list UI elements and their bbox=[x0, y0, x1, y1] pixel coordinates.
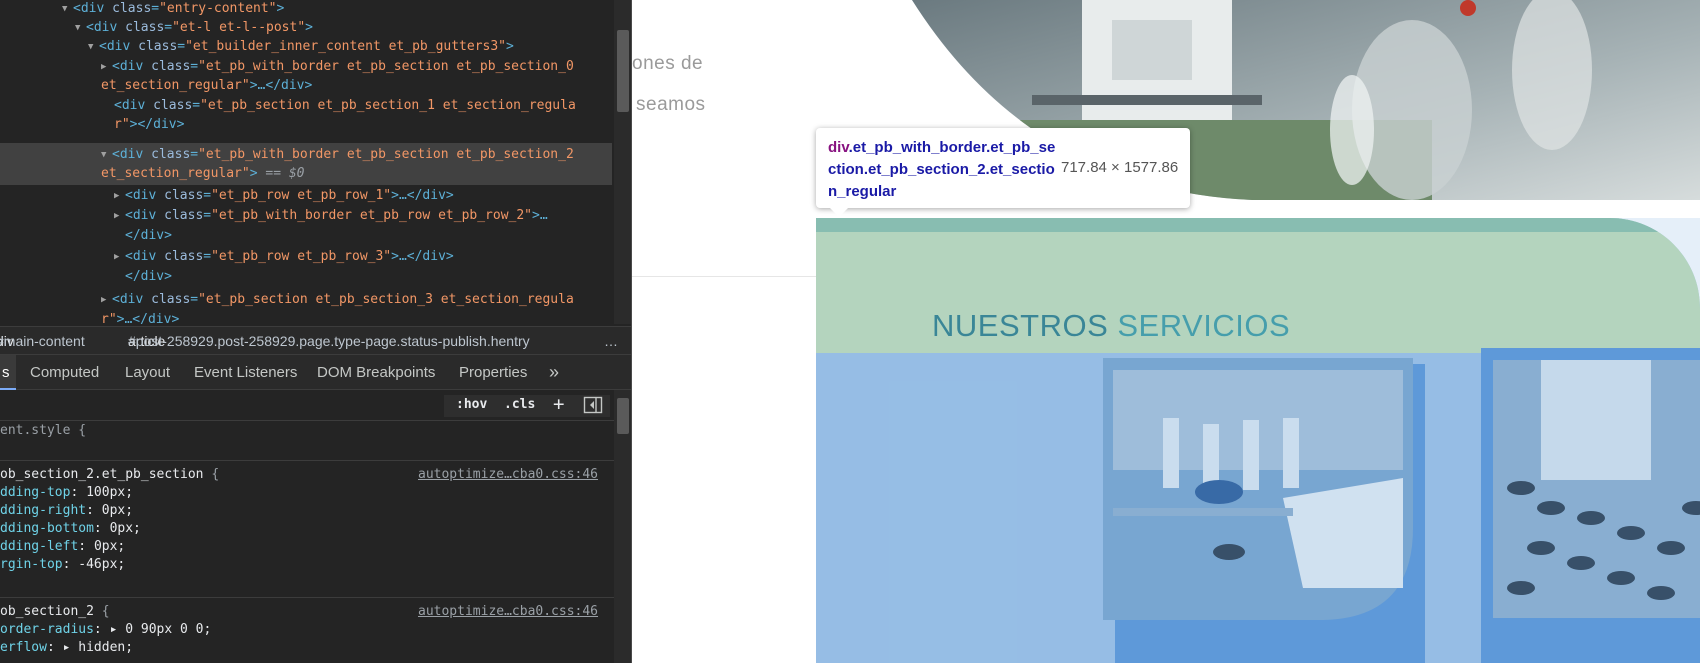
styles-scrollbar-thumb[interactable] bbox=[617, 398, 629, 434]
collapse-triangle-icon[interactable]: ▼ bbox=[75, 19, 86, 37]
collapse-triangle-icon[interactable]: ▼ bbox=[88, 38, 99, 56]
rule-source-link[interactable]: autoptimize…cba0.css:46 bbox=[418, 603, 598, 621]
section-top-border bbox=[816, 218, 1700, 232]
dom-node[interactable]: ▼ <div class="entry-content"> bbox=[62, 0, 284, 20]
css-property[interactable]: dding-bottom: 0px; bbox=[0, 520, 141, 538]
rule-divider bbox=[0, 597, 614, 598]
breadcrumb-more-button[interactable]: … bbox=[604, 327, 618, 354]
tab-computed[interactable]: Computed bbox=[30, 355, 99, 390]
more-tabs-icon[interactable]: » bbox=[549, 355, 559, 390]
services-section: NUESTROS SERVICIOS bbox=[816, 218, 1700, 663]
collapse-triangle-icon[interactable]: ▼ bbox=[101, 146, 112, 164]
rule-selector[interactable]: ob_section_2.et_pb_section { bbox=[0, 466, 219, 484]
styles-pane: ent.style { ob_section_2.et_pb_section {… bbox=[0, 422, 614, 663]
tab-properties[interactable]: Properties bbox=[459, 355, 527, 390]
tab-event-listeners[interactable]: Event Listeners bbox=[194, 355, 297, 390]
expand-triangle-icon[interactable]: ▶ bbox=[101, 58, 112, 76]
service-card-image-1[interactable] bbox=[1103, 358, 1433, 663]
element-style-rule[interactable]: ent.style { bbox=[0, 422, 86, 440]
hov-toggle[interactable]: :hov bbox=[456, 397, 487, 412]
dom-node-continuation: r"></div> bbox=[114, 117, 185, 132]
tab-dom-breakpoints[interactable]: DOM Breakpoints bbox=[317, 355, 435, 390]
expand-triangle-icon[interactable]: ▶ bbox=[114, 207, 125, 225]
rule-selector[interactable]: ob_section_2 { bbox=[0, 603, 110, 621]
service-card-image-2[interactable] bbox=[1481, 348, 1700, 663]
css-property[interactable]: dding-left: 0px; bbox=[0, 538, 125, 556]
dom-node[interactable]: ▶ <div class="et_pb_with_border et_pb_sec… bbox=[101, 58, 574, 78]
dom-node-closing: </div> bbox=[125, 269, 172, 284]
inspect-tooltip: div.et_pb_with_border.et_pb_section.et_p… bbox=[816, 128, 1190, 217]
tab-layout[interactable]: Layout bbox=[125, 355, 170, 390]
dom-breadcrumb: div#main-content article#post-258929.pos… bbox=[0, 326, 631, 354]
expand-triangle-icon[interactable]: ▶ bbox=[114, 187, 125, 205]
dom-node-selected[interactable]: ▼ <div class="et_pb_with_border et_pb_sec… bbox=[101, 146, 574, 166]
rule-divider bbox=[0, 460, 614, 461]
css-property[interactable]: order-radius: ▸ 0 90px 0 0; bbox=[0, 621, 211, 639]
dom-node-continuation: r">…</div> bbox=[101, 312, 180, 324]
section-heading: NUESTROS SERVICIOS bbox=[932, 308, 1291, 343]
dom-tree: ▼ <div class="entry-content"> ▼ <div class… bbox=[0, 0, 631, 324]
devtools-panel: ▼ <div class="entry-content"> ▼ <div class… bbox=[0, 0, 632, 663]
dom-node[interactable]: ▼ <div class="et_builder_inner_content et… bbox=[88, 38, 514, 58]
dom-node[interactable]: ▶ <div class="et_pb_section et_pb_section… bbox=[101, 291, 574, 311]
dom-node-continuation: et_section_regular">…</div> bbox=[101, 78, 313, 93]
dom-node-continuation: et_section_regular"> == $0 bbox=[101, 166, 305, 181]
paragraph-text-line: seamos bbox=[636, 94, 706, 115]
styles-filter-bar: :hov .cls + bbox=[0, 391, 631, 421]
cls-toggle[interactable]: .cls bbox=[504, 397, 535, 412]
web-page-viewport: ones de seamos NUESTROS SERVICIOS bbox=[632, 0, 1700, 663]
css-property[interactable]: erflow: ▸ hidden; bbox=[0, 639, 133, 657]
expand-triangle-icon[interactable]: ▶ bbox=[114, 248, 125, 266]
section-separator bbox=[632, 276, 816, 277]
tooltip-selector: div.et_pb_with_border.et_pb_section.et_p… bbox=[828, 139, 1056, 200]
tab-styles[interactable]: s bbox=[0, 355, 16, 390]
dom-tree-scrollbar-thumb[interactable] bbox=[617, 30, 629, 112]
dom-node[interactable]: ▶ <div class="et_pb_row et_pb_row_3">…</d… bbox=[114, 248, 454, 268]
dom-node[interactable]: ▶ <div class="et_pb_with_border et_pb_row… bbox=[114, 207, 548, 227]
collapse-triangle-icon[interactable]: ▼ bbox=[62, 0, 73, 18]
dom-node[interactable]: ▼ <div class="et-l et-l--post"> bbox=[75, 19, 313, 39]
dom-node[interactable]: ▶ <div class="et_pb_row et_pb_row_1">…</d… bbox=[114, 187, 454, 207]
paragraph-text-line: ones de bbox=[632, 53, 704, 74]
expand-triangle-icon[interactable]: ▶ bbox=[101, 291, 112, 309]
css-property[interactable]: dding-top: 100px; bbox=[0, 484, 133, 502]
rule-source-link[interactable]: autoptimize…cba0.css:46 bbox=[418, 466, 598, 484]
dom-node[interactable]: <div class="et_pb_section et_pb_section_… bbox=[114, 97, 576, 117]
dom-node-closing: </div> bbox=[125, 228, 172, 243]
css-property[interactable]: rgin-top: -46px; bbox=[0, 556, 125, 574]
devtools-subtabs: s Computed Layout Event Listeners DOM Br… bbox=[0, 354, 631, 390]
toggle-sidebar-icon[interactable] bbox=[583, 395, 603, 419]
css-property[interactable]: dding-right: 0px; bbox=[0, 502, 133, 520]
new-style-rule-button[interactable]: + bbox=[553, 393, 564, 415]
tooltip-dimensions: 717.84 × 1577.86 bbox=[1061, 159, 1179, 176]
